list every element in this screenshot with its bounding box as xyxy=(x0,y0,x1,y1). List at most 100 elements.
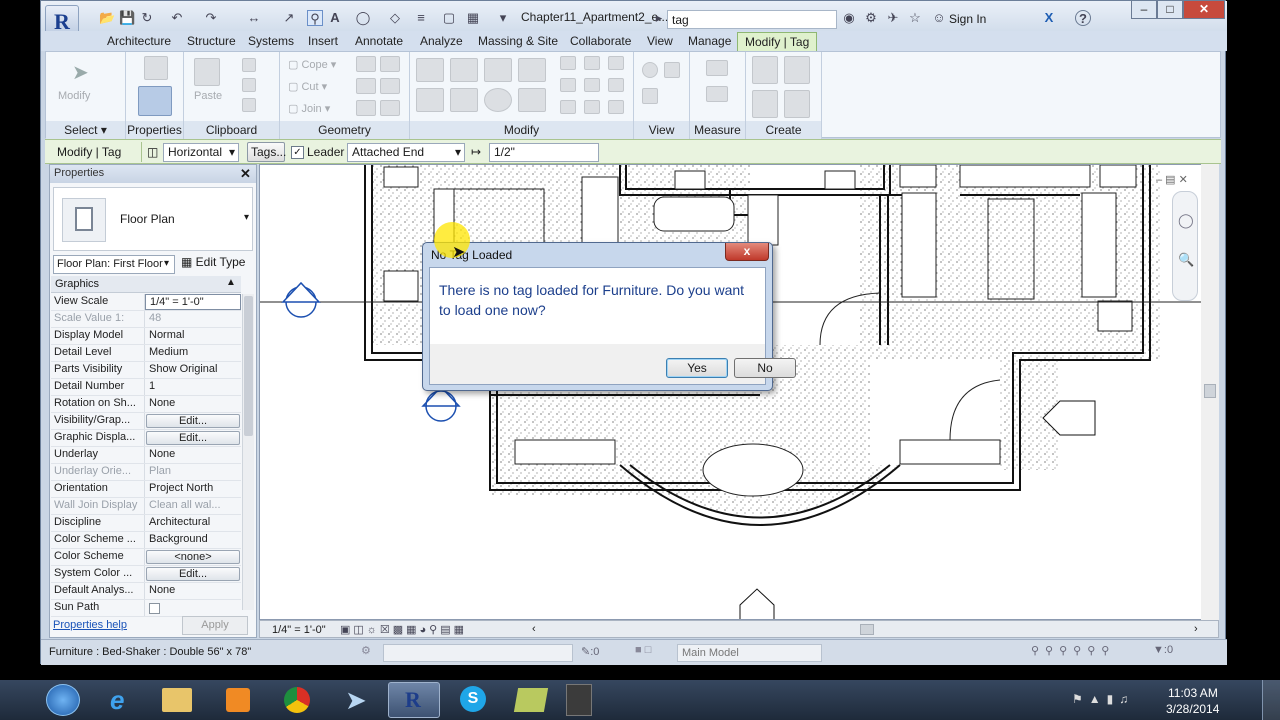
property-row[interactable]: Parts Visibility Show Original xyxy=(51,362,241,379)
property-edit-button[interactable]: Edit... xyxy=(146,414,240,428)
tag-icon[interactable]: ⚲ xyxy=(307,10,323,26)
navigation-bar[interactable]: ◯ 🔍 xyxy=(1172,191,1198,301)
property-checkbox[interactable] xyxy=(145,600,241,616)
copy-element-icon[interactable] xyxy=(450,88,478,112)
infocenter-search-input[interactable]: tag xyxy=(667,10,837,29)
autodesk-app-icon[interactable]: ➤ xyxy=(345,685,367,716)
trim-multiple-icon[interactable] xyxy=(560,100,576,114)
leader-length-input[interactable]: 1/2" xyxy=(489,143,599,162)
minimize-button[interactable]: – xyxy=(1131,1,1157,19)
tab-architecture[interactable]: Architecture xyxy=(100,32,178,51)
chevron-down-icon[interactable]: ▾ xyxy=(244,212,249,223)
recorder-app-icon[interactable] xyxy=(566,684,592,716)
tab-view[interactable]: View xyxy=(640,32,680,51)
create-parts-icon[interactable] xyxy=(784,56,810,84)
delete-icon[interactable] xyxy=(608,100,624,114)
close-hidden-icon[interactable]: ▢ xyxy=(441,10,457,26)
linework-icon[interactable] xyxy=(642,88,658,104)
edit-type-button[interactable]: ▦ Edit Type xyxy=(181,255,245,269)
property-value[interactable]: Background xyxy=(145,532,241,548)
text-icon[interactable]: A xyxy=(327,10,343,26)
property-row[interactable]: Graphic Displa... Edit... xyxy=(51,430,241,447)
3d-view-icon[interactable]: ◯ xyxy=(355,10,371,26)
orientation-dropdown[interactable]: Horizontal ▾ xyxy=(163,143,239,162)
design-options-icon[interactable]: ■ □ xyxy=(635,644,651,656)
tab-modify-tag[interactable]: Modify | Tag xyxy=(737,32,818,51)
revit-taskbar-button[interactable]: R xyxy=(388,682,440,718)
move-icon[interactable] xyxy=(416,88,444,112)
trim-icon[interactable] xyxy=(518,88,546,112)
property-row[interactable]: Sun Path xyxy=(51,600,241,617)
cope-button[interactable]: ▢ Cope ▾ xyxy=(288,58,336,71)
notepad-app-icon[interactable] xyxy=(513,688,549,712)
instance-selector[interactable]: Floor Plan: First Floor xyxy=(53,255,175,274)
close-window-button[interactable]: ✕ xyxy=(1183,1,1225,19)
scroll-right-icon[interactable]: › xyxy=(1194,623,1198,635)
property-value[interactable]: 1 xyxy=(145,379,241,395)
tab-structure[interactable]: Structure xyxy=(180,32,243,51)
redo-icon[interactable]: ↷ xyxy=(203,10,219,26)
instance-chevron-icon[interactable]: ▾ xyxy=(164,258,169,269)
split-icon[interactable] xyxy=(560,56,576,70)
property-value[interactable]: Normal xyxy=(145,328,241,344)
tab-analyze[interactable]: Analyze xyxy=(413,32,470,51)
property-row[interactable]: Rotation on Sh... None xyxy=(51,396,241,413)
comm-center-icon[interactable]: ✈ xyxy=(885,10,901,26)
remove-paint-icon[interactable] xyxy=(356,100,376,116)
property-row[interactable]: Underlay None xyxy=(51,447,241,464)
property-value[interactable]: 48 xyxy=(145,311,241,327)
properties-help-link[interactable]: Properties help xyxy=(53,619,127,631)
rotate-icon[interactable] xyxy=(484,88,512,112)
steering-wheel-icon[interactable]: ◯ xyxy=(1178,212,1194,229)
property-edit-button[interactable]: <none> xyxy=(146,550,240,564)
property-row[interactable]: Color Scheme ... Background xyxy=(51,532,241,549)
start-button[interactable] xyxy=(46,684,80,716)
create-assembly-icon[interactable] xyxy=(752,56,778,84)
aligned-dimension-icon[interactable] xyxy=(706,86,728,102)
create-group-icon[interactable] xyxy=(752,90,778,118)
tab-annotate[interactable]: Annotate xyxy=(348,32,410,51)
dialog-close-button[interactable]: x xyxy=(725,243,769,261)
horizontal-scroll-thumb[interactable] xyxy=(860,624,874,635)
sync-icon[interactable]: ↻ xyxy=(139,10,155,26)
paint-icon[interactable] xyxy=(356,78,376,94)
property-value[interactable]: Medium xyxy=(145,345,241,361)
align-icon[interactable] xyxy=(416,58,444,82)
paste-icon[interactable] xyxy=(194,58,220,86)
collapse-section-icon[interactable]: ▲ xyxy=(226,277,236,288)
media-player-icon[interactable] xyxy=(226,688,250,712)
switch-windows-icon[interactable]: ▦ xyxy=(465,10,481,26)
split-face-icon[interactable] xyxy=(380,56,400,72)
property-value[interactable]: 1/4" = 1'-0" xyxy=(145,294,241,310)
section-icon[interactable]: ◇ xyxy=(387,10,403,26)
design-option-dropdown[interactable]: Main Model xyxy=(677,644,822,662)
property-row[interactable]: Color Scheme <none> xyxy=(51,549,241,566)
property-row[interactable]: Orientation Project North xyxy=(51,481,241,498)
unpin-icon[interactable] xyxy=(608,78,624,92)
undo-icon[interactable]: ↶ xyxy=(169,10,185,26)
hide-icon[interactable] xyxy=(642,62,658,78)
dimension-icon[interactable]: ↗ xyxy=(281,10,297,26)
property-row[interactable]: Detail Number 1 xyxy=(51,379,241,396)
skype-icon[interactable]: S xyxy=(460,686,486,712)
tab-massing-site[interactable]: Massing & Site xyxy=(471,32,565,51)
tab-collaborate[interactable]: Collaborate xyxy=(563,32,638,51)
pin-icon[interactable] xyxy=(608,56,624,70)
offset-icon[interactable] xyxy=(450,58,478,82)
scroll-left-icon[interactable]: ‹ xyxy=(532,623,536,635)
type-selector[interactable]: Floor Plan ▾ xyxy=(53,187,253,251)
open-icon[interactable]: 📂 xyxy=(99,10,115,26)
property-row[interactable]: Wall Join Display Clean all wal... xyxy=(51,498,241,515)
close-properties-icon[interactable]: ✕ xyxy=(240,166,251,182)
property-value[interactable]: Plan xyxy=(145,464,241,480)
property-value[interactable]: None xyxy=(145,447,241,463)
thin-lines-icon[interactable]: ≡ xyxy=(413,10,429,26)
no-button[interactable]: No xyxy=(734,358,796,378)
view-scale-button[interactable]: 1/4" = 1'-0" xyxy=(272,624,326,636)
worksets-icon[interactable]: ⚙ xyxy=(361,644,371,657)
mirror-axis-icon[interactable] xyxy=(484,58,512,82)
customize-qat-icon[interactable]: ▾ xyxy=(495,10,511,26)
property-row[interactable]: Detail Level Medium xyxy=(51,345,241,362)
view-controls-icons[interactable]: ▣◫☼☒▩▦◕⚲▤▦ xyxy=(340,623,467,636)
system-tray-icons[interactable]: ⚑▲▮♫ xyxy=(1072,692,1134,706)
